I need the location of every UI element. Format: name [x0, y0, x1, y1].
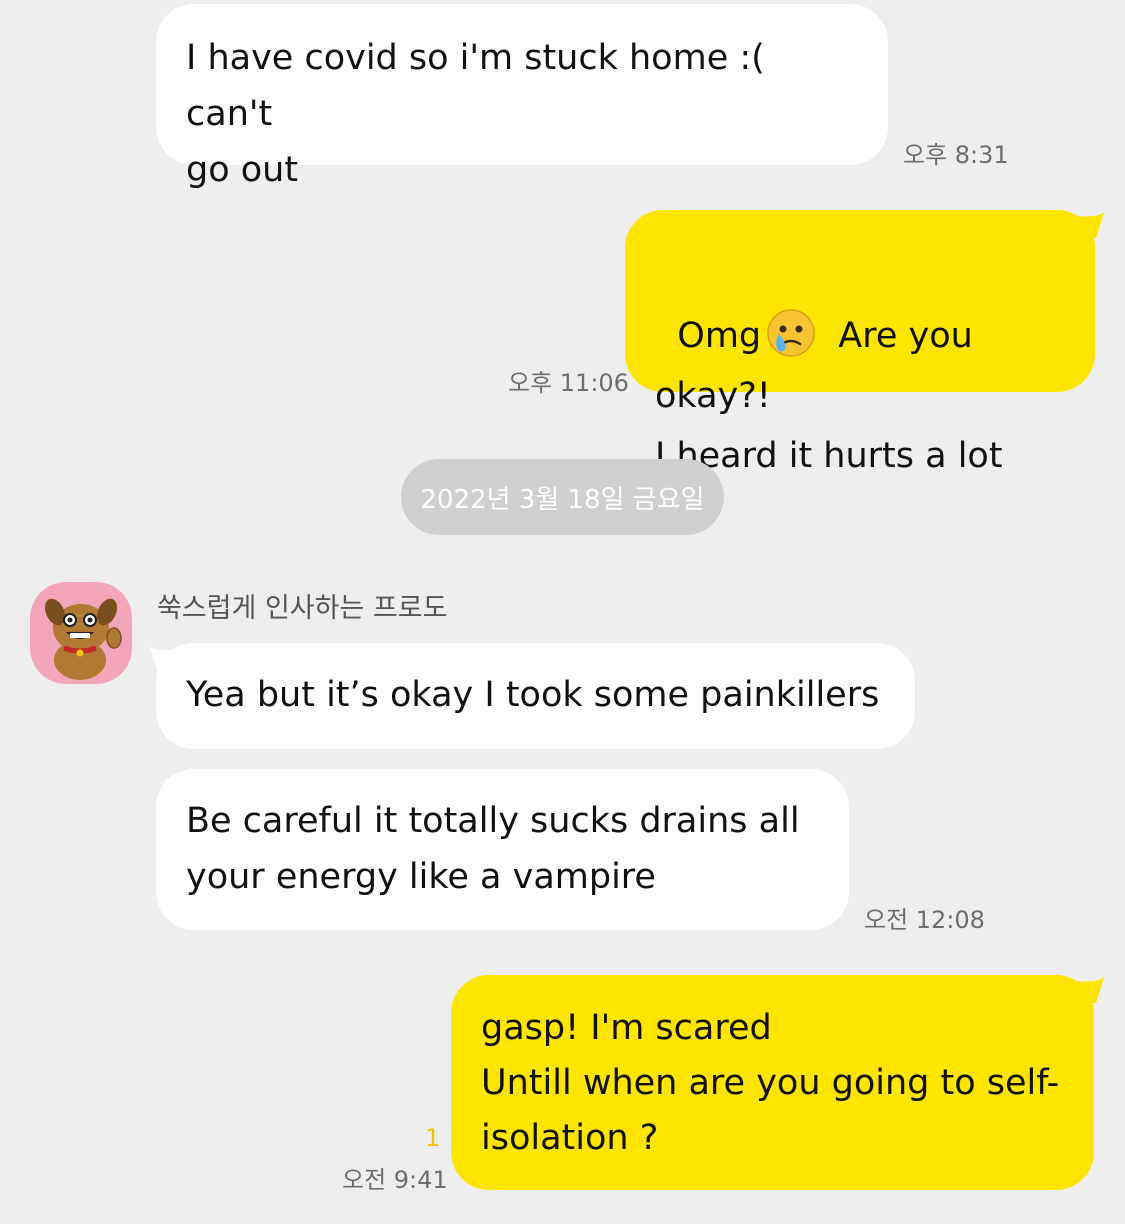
crying-face-emoji-icon	[765, 307, 817, 359]
avatar[interactable]	[30, 582, 132, 684]
bubble-tail	[1076, 212, 1104, 238]
bubble-tail	[1076, 977, 1104, 1003]
message-timestamp: 오전 9:41	[342, 1166, 448, 1194]
message-bubble-outgoing[interactable]: gasp! I'm scared Untill when are you goi…	[451, 975, 1094, 1190]
message-bubble-incoming[interactable]: Be careful it totally sucks drains all y…	[156, 769, 849, 930]
message-timestamp: 오전 12:08	[864, 906, 985, 934]
message-text: Omg	[677, 316, 762, 356]
date-divider: 2022년 3월 18일 금요일	[401, 459, 724, 535]
message-timestamp: 오후 11:06	[508, 369, 629, 397]
unread-count-badge: 1	[425, 1124, 441, 1152]
message-bubble-incoming[interactable]: Yea but it’s okay I took some painkiller…	[156, 643, 915, 749]
message-bubble-outgoing[interactable]: Omg Are you okay?! I heard it hurts a lot	[625, 210, 1095, 476]
sender-name: 쑥스럽게 인사하는 프로도	[157, 593, 448, 624]
message-bubble-incoming[interactable]: I have covid so i'm stuck home :( can't …	[156, 4, 888, 190]
dog-character-icon	[44, 598, 122, 680]
message-timestamp: 오후 8:31	[903, 141, 1009, 169]
